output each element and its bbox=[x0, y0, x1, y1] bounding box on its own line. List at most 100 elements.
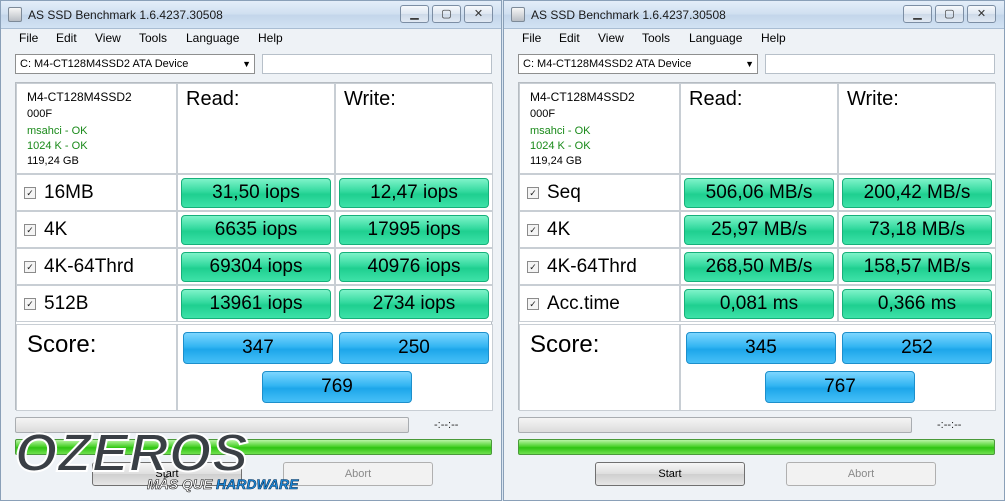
score-label-cell: Score: bbox=[519, 324, 680, 411]
score-area: 347 250 769 bbox=[177, 324, 493, 411]
maximize-icon[interactable]: ▢ bbox=[935, 5, 964, 23]
drive-firmware: 000F bbox=[530, 108, 556, 120]
result-row: ✓ 4K 6635 iops 17995 iops bbox=[16, 211, 493, 248]
test-checkbox[interactable]: ✓ bbox=[527, 224, 539, 236]
row-label-cell: ✓ 4K bbox=[519, 211, 680, 248]
drive-select[interactable]: C: M4-CT128M4SSD2 ATA Device ▼ bbox=[518, 54, 758, 74]
write-header-cell: Write: bbox=[838, 83, 996, 174]
score-label: Score: bbox=[530, 331, 600, 358]
write-value-cell: 17995 iops bbox=[335, 211, 493, 248]
menu-tools[interactable]: Tools bbox=[139, 31, 167, 45]
score-read: 345 bbox=[686, 332, 836, 364]
menu-bar: File Edit View Tools Language Help bbox=[504, 29, 1004, 49]
watermark-sub-blue: HARDWARE bbox=[216, 476, 299, 492]
chevron-down-icon: ▼ bbox=[745, 59, 754, 69]
menu-help[interactable]: Help bbox=[761, 31, 786, 45]
progress-bar-current bbox=[518, 417, 912, 433]
title-bar[interactable]: AS SSD Benchmark 1.6.4237.30508 ▁ ▢ ✕ bbox=[1, 1, 501, 29]
score-label: Score: bbox=[27, 331, 97, 358]
menu-edit[interactable]: Edit bbox=[56, 31, 77, 45]
read-value: 25,97 MB/s bbox=[684, 215, 834, 245]
start-button[interactable]: Start bbox=[595, 462, 745, 486]
test-checkbox[interactable]: ✓ bbox=[527, 298, 539, 310]
write-value: 12,47 iops bbox=[339, 178, 489, 208]
test-checkbox[interactable]: ✓ bbox=[24, 298, 36, 310]
results-grid: M4-CT128M4SSD2 000F msahci - OK 1024 K -… bbox=[518, 82, 996, 411]
row-label: 16MB bbox=[44, 182, 94, 203]
read-header: Read: bbox=[186, 88, 240, 110]
test-checkbox[interactable]: ✓ bbox=[24, 261, 36, 273]
write-value-cell: 73,18 MB/s bbox=[838, 211, 996, 248]
elapsed-time: -:--:-- bbox=[937, 419, 962, 431]
results-grid: M4-CT128M4SSD2 000F msahci - OK 1024 K -… bbox=[15, 82, 493, 411]
read-value-cell: 506,06 MB/s bbox=[680, 174, 838, 211]
write-header: Write: bbox=[847, 88, 899, 110]
drive-select-value: C: M4-CT128M4SSD2 ATA Device bbox=[523, 58, 692, 70]
write-value-cell: 158,57 MB/s bbox=[838, 248, 996, 285]
test-checkbox[interactable]: ✓ bbox=[24, 224, 36, 236]
row-label-cell: ✓ 4K bbox=[16, 211, 177, 248]
row-label-cell: ✓ Seq bbox=[519, 174, 680, 211]
close-icon[interactable]: ✕ bbox=[464, 5, 493, 23]
write-value-cell: 40976 iops bbox=[335, 248, 493, 285]
drive-select[interactable]: C: M4-CT128M4SSD2 ATA Device ▼ bbox=[15, 54, 255, 74]
result-row: ✓ 4K 25,97 MB/s 73,18 MB/s bbox=[519, 211, 996, 248]
drive-model: M4-CT128M4SSD2 bbox=[27, 90, 132, 104]
progress-bar-total bbox=[518, 439, 995, 455]
driver-status: msahci - OK bbox=[27, 125, 88, 137]
menu-tools[interactable]: Tools bbox=[642, 31, 670, 45]
drive-model: M4-CT128M4SSD2 bbox=[530, 90, 635, 104]
read-header: Read: bbox=[689, 88, 743, 110]
drive-firmware: 000F bbox=[27, 108, 53, 120]
read-header-cell: Read: bbox=[680, 83, 838, 174]
drive-info-field bbox=[262, 54, 492, 74]
drive-size: 119,24 GB bbox=[530, 155, 582, 167]
menu-view[interactable]: View bbox=[598, 31, 624, 45]
test-checkbox[interactable]: ✓ bbox=[527, 187, 539, 199]
write-value: 200,42 MB/s bbox=[842, 178, 992, 208]
alignment-status: 1024 K - OK bbox=[530, 140, 591, 152]
test-checkbox[interactable]: ✓ bbox=[527, 261, 539, 273]
menu-help[interactable]: Help bbox=[258, 31, 283, 45]
result-row: ✓ 16MB 31,50 iops 12,47 iops bbox=[16, 174, 493, 211]
driver-status: msahci - OK bbox=[530, 125, 591, 137]
drive-info-panel: M4-CT128M4SSD2 000F msahci - OK 1024 K -… bbox=[16, 83, 177, 174]
score-read: 347 bbox=[183, 332, 333, 364]
menu-file[interactable]: File bbox=[522, 31, 541, 45]
score-write: 250 bbox=[339, 332, 489, 364]
row-label-cell: ✓ 16MB bbox=[16, 174, 177, 211]
row-label-cell: ✓ 4K-64Thrd bbox=[519, 248, 680, 285]
read-value: 6635 iops bbox=[181, 215, 331, 245]
minimize-icon[interactable]: ▁ bbox=[903, 5, 932, 23]
result-row: ✓ Seq 506,06 MB/s 200,42 MB/s bbox=[519, 174, 996, 211]
read-value-cell: 13961 iops bbox=[177, 285, 335, 322]
read-value: 0,081 ms bbox=[684, 289, 834, 319]
drive-info-field bbox=[765, 54, 995, 74]
row-label: 4K bbox=[44, 219, 68, 240]
score-write: 252 bbox=[842, 332, 992, 364]
menu-language[interactable]: Language bbox=[689, 31, 742, 45]
window-title: AS SSD Benchmark 1.6.4237.30508 bbox=[28, 8, 223, 22]
read-value-cell: 6635 iops bbox=[177, 211, 335, 248]
close-icon[interactable]: ✕ bbox=[967, 5, 996, 23]
score-area: 345 252 767 bbox=[680, 324, 996, 411]
row-label: Seq bbox=[547, 182, 581, 203]
row-label-cell: ✓ Acc.time bbox=[519, 285, 680, 322]
title-bar[interactable]: AS SSD Benchmark 1.6.4237.30508 ▁ ▢ ✕ bbox=[504, 1, 1004, 29]
result-row: ✓ Acc.time 0,081 ms 0,366 ms bbox=[519, 285, 996, 322]
write-value-cell: 0,366 ms bbox=[838, 285, 996, 322]
result-row: ✓ 4K-64Thrd 268,50 MB/s 158,57 MB/s bbox=[519, 248, 996, 285]
test-checkbox[interactable]: ✓ bbox=[24, 187, 36, 199]
minimize-icon[interactable]: ▁ bbox=[400, 5, 429, 23]
abort-button[interactable]: Abort bbox=[786, 462, 936, 486]
read-value: 13961 iops bbox=[181, 289, 331, 319]
menu-language[interactable]: Language bbox=[186, 31, 239, 45]
elapsed-time: -:--:-- bbox=[434, 419, 459, 431]
write-value: 2734 iops bbox=[339, 289, 489, 319]
write-value: 73,18 MB/s bbox=[842, 215, 992, 245]
maximize-icon[interactable]: ▢ bbox=[432, 5, 461, 23]
menu-file[interactable]: File bbox=[19, 31, 38, 45]
row-label: 4K-64Thrd bbox=[547, 256, 637, 277]
menu-view[interactable]: View bbox=[95, 31, 121, 45]
menu-edit[interactable]: Edit bbox=[559, 31, 580, 45]
